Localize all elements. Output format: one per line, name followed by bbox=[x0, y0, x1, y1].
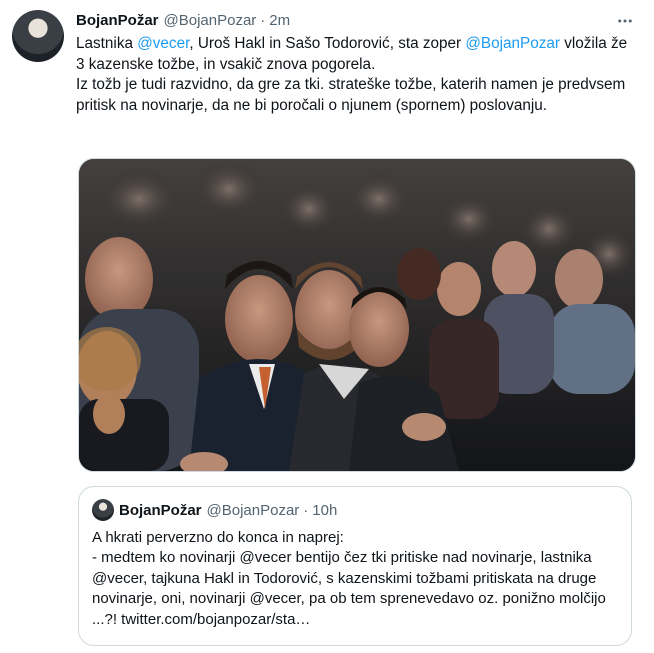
tweet-paragraph-1: Lastnika @vecer, Uroš Hakl in Sašo Todor… bbox=[76, 34, 636, 75]
text-fragment: Lastnika bbox=[76, 35, 138, 52]
mention-link-vecer[interactable]: @vecer bbox=[137, 35, 189, 52]
tweet-paragraph-2: Iz tožb je tudi razvidno, da gre za tki.… bbox=[76, 76, 626, 115]
author-handle[interactable]: @BojanPozar bbox=[164, 12, 257, 29]
mention-link-bojanpozar[interactable]: @BojanPozar bbox=[465, 35, 560, 52]
author-name[interactable]: BojanPožar bbox=[76, 12, 159, 29]
quoted-author-handle: @BojanPozar bbox=[206, 501, 300, 519]
more-horizontal-icon[interactable] bbox=[612, 8, 638, 34]
quoted-author-avatar bbox=[92, 499, 114, 521]
text-fragment: , Uroš Hakl in Sašo Todorović, sta zoper bbox=[189, 35, 466, 52]
audience-photo bbox=[79, 159, 635, 471]
tweet[interactable]: BojanPožar @BojanPozar · 2m Lastnika @ve… bbox=[0, 0, 654, 653]
author-avatar[interactable] bbox=[12, 10, 64, 62]
tweet-header: BojanPožar @BojanPozar · 2m bbox=[76, 9, 290, 31]
quoted-tweet-header: BojanPožar @BojanPozar · 10h bbox=[119, 499, 337, 521]
tweet-time[interactable]: 2m bbox=[269, 12, 290, 29]
quoted-tweet-time: 10h bbox=[312, 501, 338, 519]
quoted-tweet-text: A hkrati perverzno do konca in naprej: -… bbox=[92, 528, 622, 630]
separator-dot: · bbox=[303, 501, 309, 519]
quoted-tweet[interactable]: BojanPožar @BojanPozar · 10h A hkrati pe… bbox=[78, 486, 632, 646]
separator-dot: · bbox=[260, 11, 266, 29]
tweet-text: Lastnika @vecer, Uroš Hakl in Sašo Todor… bbox=[76, 34, 636, 117]
tweet-photo[interactable] bbox=[78, 158, 636, 472]
quoted-line-2: - medtem ko novinarji @vecer bentijo čez… bbox=[92, 549, 606, 628]
quoted-author-name: BojanPožar bbox=[119, 501, 202, 519]
quoted-line-1: A hkrati perverzno do konca in naprej: bbox=[92, 529, 344, 546]
